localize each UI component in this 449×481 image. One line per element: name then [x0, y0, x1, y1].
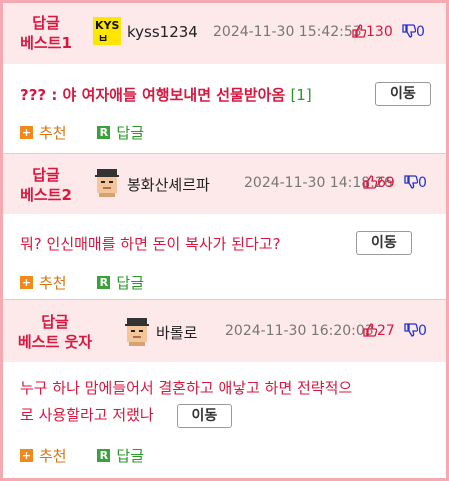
badge-line1: 답글 [32, 166, 60, 184]
post-header: 답글 베스트1 KYS ㅂ kyss1234 2024-11-30 15:42:… [3, 3, 446, 64]
post-datetime: 2024-11-30 16:20:03 [225, 323, 374, 339]
recommend-button[interactable]: + 추천 [20, 445, 67, 466]
like-count[interactable]: 130 [352, 24, 393, 40]
reply-actions: + 추천 R 답글 [20, 272, 170, 293]
post-header: 답글 베스트2 봉화산셰르파 2024-11-30 14:18:26 69 0 [3, 154, 446, 214]
reply-text-line2: 로 사용할라고 저랬나 [20, 406, 154, 424]
nickname[interactable]: 바롤로 [156, 322, 197, 343]
dislike-count[interactable]: 0 [402, 24, 425, 40]
reply-text: 뭐? 인신매매를 하면 돈이 복사가 된다고? [20, 235, 281, 253]
badge-line2: 베스트2 [20, 186, 72, 204]
move-button[interactable]: 이동 [356, 231, 412, 255]
reply-text: ??? : 야 여자애들 여행보내면 선물받아옴 [20, 86, 286, 104]
best-badge: 답글 베스트2 [3, 165, 89, 205]
like-number: 27 [377, 323, 395, 339]
reply-r-icon: R [97, 276, 111, 289]
post-header: 답글 베스트 웃자 바롤로 2024-11-30 16:20:03 27 0 [3, 300, 446, 362]
dislike-number: 0 [418, 323, 427, 339]
plus-icon: + [20, 276, 33, 289]
badge-line1: 답글 [41, 313, 69, 331]
pixel-face-avatar-icon[interactable] [123, 318, 151, 346]
recommend-label: 추천 [39, 447, 67, 465]
reply-r-icon: R [97, 449, 111, 462]
reply-actions: + 추천 R 답글 [20, 445, 170, 466]
thumbs-down-icon [404, 323, 419, 339]
svg-text:ㅂ: ㅂ [98, 32, 108, 45]
move-button[interactable]: 이동 [375, 82, 431, 106]
badge-line2: 베스트1 [20, 34, 72, 52]
reply-body: 누구 하나 맘에들어서 결혼하고 애낳고 하면 전략적으 로 사용할라고 저랬나… [20, 376, 440, 428]
thumbs-up-icon [363, 323, 378, 339]
thumbs-up-icon [352, 24, 367, 40]
reply-button[interactable]: R 답글 [97, 445, 144, 466]
reply-label: 답글 [116, 447, 144, 465]
thumbs-down-icon [404, 175, 419, 191]
like-count[interactable]: 69 [363, 175, 395, 191]
badge-line1: 답글 [32, 14, 60, 32]
thumbs-up-icon [363, 175, 378, 191]
recommend-button[interactable]: + 추천 [20, 272, 67, 293]
reply-actions: + 추천 R 답글 [20, 122, 170, 143]
like-number: 130 [366, 24, 393, 40]
like-number: 69 [377, 175, 395, 191]
reply-label: 답글 [116, 124, 144, 142]
reply-label: 답글 [116, 274, 144, 292]
plus-icon: + [20, 126, 33, 139]
nickname[interactable]: 봉화산셰르파 [127, 174, 210, 195]
kys-logo-avatar-icon[interactable]: KYS ㅂ [93, 17, 121, 45]
reply-body: ??? : 야 여자애들 여행보내면 선물받아옴 [1] [20, 83, 312, 107]
badge-line2: 베스트 웃자 [17, 333, 93, 351]
svg-text:KYS: KYS [95, 19, 119, 32]
best-replies-panel: 답글 베스트1 KYS ㅂ kyss1234 2024-11-30 15:42:… [0, 0, 449, 481]
dislike-count[interactable]: 0 [404, 175, 427, 191]
reply-button[interactable]: R 답글 [97, 272, 144, 293]
move-button[interactable]: 이동 [176, 404, 233, 428]
reply-body: 뭐? 인신매매를 하면 돈이 복사가 된다고? [20, 232, 281, 256]
dislike-number: 0 [416, 24, 425, 40]
pixel-face-avatar-icon[interactable] [93, 169, 121, 197]
post-datetime: 2024-11-30 15:42:53 [213, 24, 362, 40]
thumbs-down-icon [402, 24, 417, 40]
nickname[interactable]: kyss1234 [127, 23, 198, 41]
recommend-button[interactable]: + 추천 [20, 122, 67, 143]
reply-button[interactable]: R 답글 [97, 122, 144, 143]
best-badge: 답글 베스트1 [3, 13, 89, 53]
recommend-label: 추천 [39, 124, 67, 142]
reply-count[interactable]: [1] [290, 86, 311, 104]
dislike-number: 0 [418, 175, 427, 191]
dislike-count[interactable]: 0 [404, 323, 427, 339]
reply-r-icon: R [97, 126, 111, 139]
plus-icon: + [20, 449, 33, 462]
recommend-label: 추천 [39, 274, 67, 292]
best-badge: 답글 베스트 웃자 [3, 312, 107, 352]
reply-text-line1: 누구 하나 맘에들어서 결혼하고 애낳고 하면 전략적으 [20, 379, 353, 397]
like-count[interactable]: 27 [363, 323, 395, 339]
